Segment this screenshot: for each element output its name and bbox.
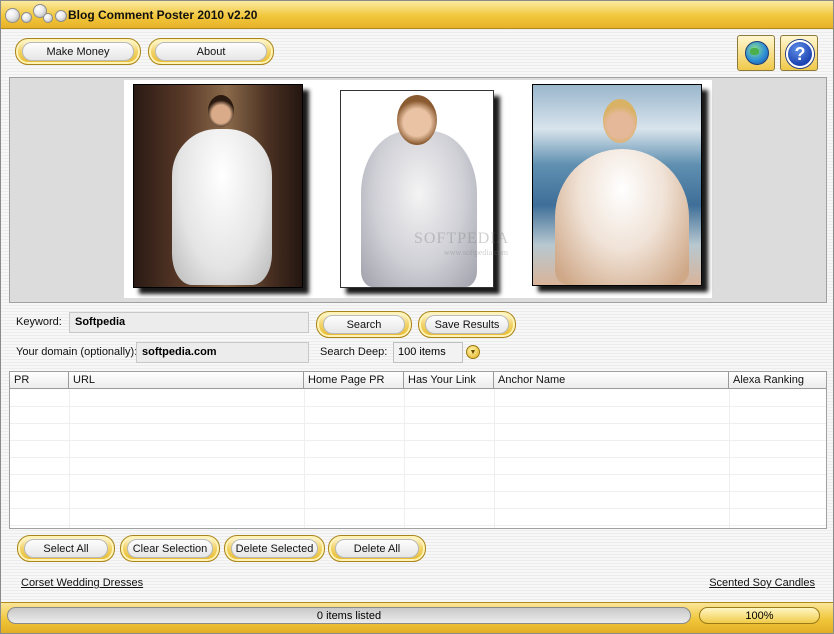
web-button[interactable] [737,35,775,71]
status-bar: 0 items listed 100% [1,602,833,633]
column-divider [304,389,305,528]
about-button[interactable]: About [148,38,274,65]
watermark-text: SOFTPEDIA [414,230,510,247]
delete-all-label: Delete All [335,539,419,558]
domain-label: Your domain (optionally): [16,346,138,358]
status-progress: 0 items listed [7,607,691,624]
help-button[interactable]: ? [780,35,818,71]
delete-all-button[interactable]: Delete All [328,535,426,562]
table-header: PR URL Home Page PR Has Your Link Anchor… [10,372,826,389]
results-table[interactable]: PR URL Home Page PR Has Your Link Anchor… [9,371,827,529]
search-button-label: Search [323,315,405,334]
dress-shape [172,129,272,285]
select-all-label: Select All [24,539,108,558]
row-divider [10,406,826,407]
globe-icon [745,41,769,65]
banner-panel: SOFTPEDIA www.softpedia.com [9,77,827,303]
column-header-alexa-ranking[interactable]: Alexa Ranking [729,372,826,389]
help-icon: ? [786,40,814,68]
column-header-anchor-name[interactable]: Anchor Name [494,372,729,389]
column-header-pr[interactable]: PR [10,372,69,389]
window-control-close[interactable] [5,8,20,23]
row-divider [10,474,826,475]
save-results-button[interactable]: Save Results [418,311,516,338]
column-divider [729,389,730,528]
status-items-text: 0 items listed [316,609,382,622]
window-control-menu[interactable] [43,13,53,23]
chevron-down-icon[interactable]: ▼ [466,345,480,359]
row-divider [10,457,826,458]
banner-image[interactable]: SOFTPEDIA www.softpedia.com [124,80,712,298]
dress-shape [361,131,477,287]
column-header-home-page-pr[interactable]: Home Page PR [304,372,404,389]
row-divider [10,508,826,509]
dress-shape [555,149,689,285]
clear-selection-label: Clear Selection [127,539,213,558]
clear-selection-button[interactable]: Clear Selection [120,535,220,562]
watermark: SOFTPEDIA www.softpedia.com [414,230,509,257]
corset-wedding-dresses-link[interactable]: Corset Wedding Dresses [21,577,143,589]
keyword-label: Keyword: [16,316,62,328]
search-deep-select[interactable]: 100 items [393,342,463,363]
model-head [397,95,437,145]
watermark-url: www.softpedia.com [444,248,508,257]
make-money-label: Make Money [22,42,134,61]
top-toolbar: Make Money About ? [9,31,827,75]
model-head [208,95,234,127]
app-window: Blog Comment Poster 2010 v2.20 Make Mone… [0,0,834,634]
row-divider [10,525,826,526]
wedding-dress-photo-3 [532,84,702,286]
save-results-label: Save Results [425,315,509,334]
column-header-url[interactable]: URL [69,372,304,389]
status-percent: 100% [699,607,820,624]
domain-input[interactable]: softpedia.com [136,342,309,363]
column-divider [69,389,70,528]
delete-selected-button[interactable]: Delete Selected [224,535,325,562]
about-label: About [155,42,267,61]
row-divider [10,423,826,424]
select-all-button[interactable]: Select All [17,535,115,562]
window-controls [5,4,67,26]
column-header-has-your-link[interactable]: Has Your Link [404,372,494,389]
window-control-minimize[interactable] [21,12,32,23]
window-title: Blog Comment Poster 2010 v2.20 [68,8,258,22]
status-percent-text: 100% [745,609,774,622]
window-control-extra[interactable] [55,10,67,22]
make-money-button[interactable]: Make Money [15,38,141,65]
search-deep-label: Search Deep: [320,346,388,358]
delete-selected-label: Delete Selected [231,539,318,558]
row-divider [10,440,826,441]
search-button[interactable]: Search [316,311,412,338]
column-divider [494,389,495,528]
scented-soy-candles-link[interactable]: Scented Soy Candles [709,577,815,589]
wedding-dress-photo-1 [133,84,303,288]
keyword-input[interactable]: Softpedia [69,312,309,333]
row-divider [10,491,826,492]
wedding-dress-photo-2 [340,90,494,288]
column-divider [404,389,405,528]
table-body [10,389,826,528]
model-head [603,99,637,143]
title-bar: Blog Comment Poster 2010 v2.20 [1,1,833,29]
